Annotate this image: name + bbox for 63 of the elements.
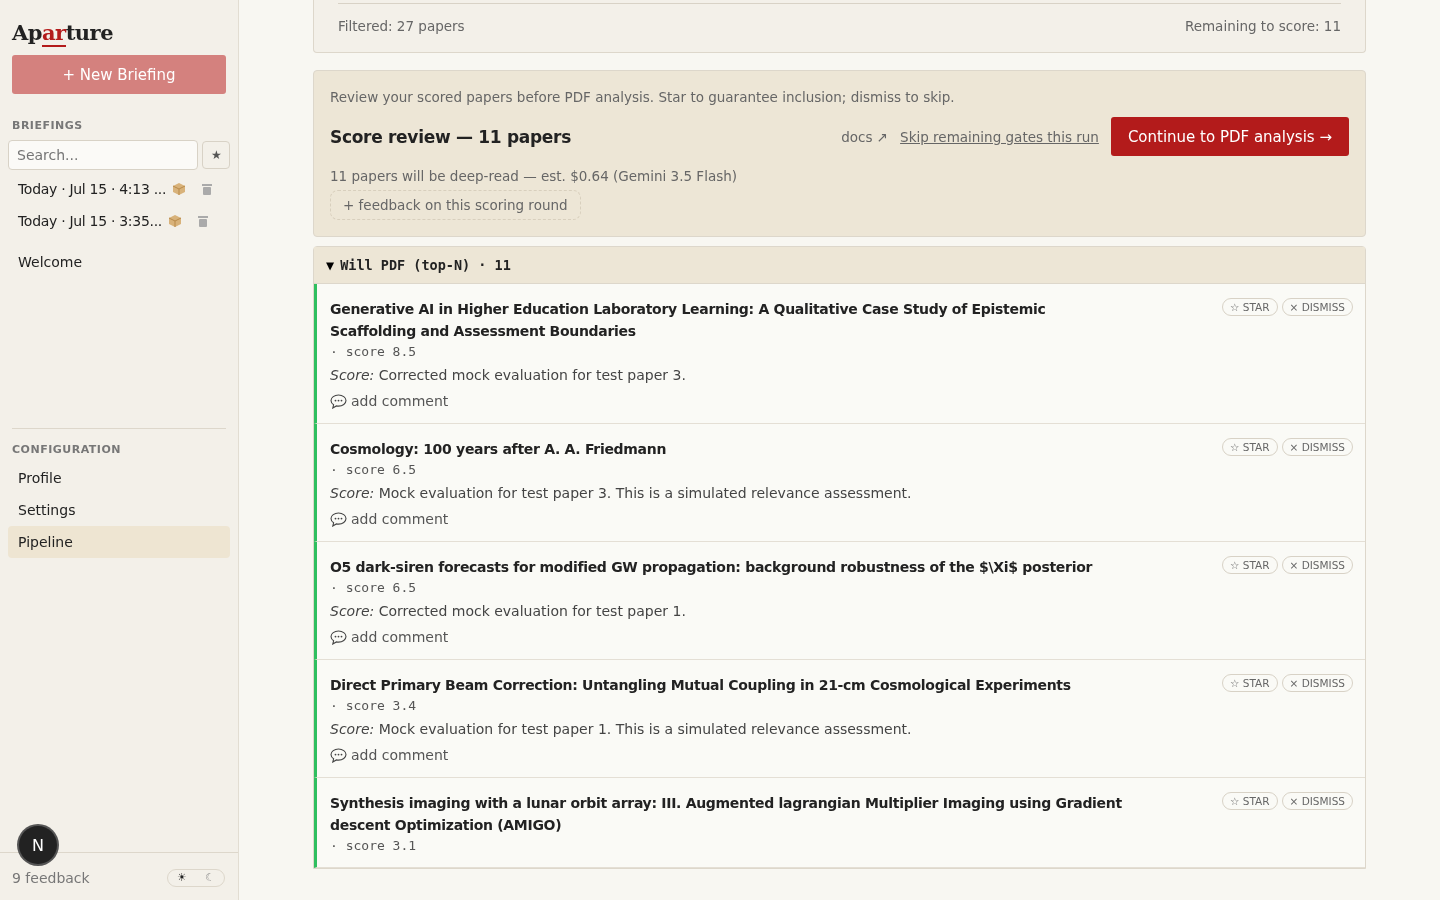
filtered-count: Filtered: 27 papers bbox=[338, 18, 465, 34]
dismiss-button[interactable]: × DISMISS bbox=[1281, 556, 1353, 574]
starred-filter-button[interactable]: ★ bbox=[202, 141, 230, 169]
nav-item[interactable]: Settings bbox=[8, 494, 230, 526]
speech-bubble-icon bbox=[330, 747, 347, 763]
continue-button[interactable]: Continue to PDF analysis → bbox=[1110, 117, 1349, 156]
score-reason: Score: Corrected mock evaluation for test paper 3. bbox=[330, 367, 686, 383]
paper-title[interactable]: Cosmology: 100 years after A. A. Friedmann bbox=[330, 438, 667, 460]
star-button[interactable]: ☆ STAR bbox=[1222, 438, 1278, 456]
docs-link[interactable]: docs ↗ bbox=[841, 128, 889, 145]
add-comment-button[interactable]: add comment bbox=[330, 511, 449, 527]
package-icon bbox=[167, 214, 182, 228]
search-field[interactable]: Search... bbox=[8, 140, 198, 170]
paper-title[interactable]: Synthesis imaging with a lunar orbit array: III. Augmented lagrangian Multiplier Imaging using Gradient descent Optimization (AMIGO) bbox=[330, 792, 1130, 836]
add-comment-button[interactable]: add comment bbox=[330, 747, 449, 763]
nav-item[interactable]: Profile bbox=[8, 462, 230, 494]
section-heading: CONFIGURATION bbox=[12, 443, 122, 456]
nav-item[interactable]: Welcome bbox=[8, 246, 230, 278]
avatar-badge[interactable]: N bbox=[19, 826, 57, 864]
dismiss-button[interactable]: × DISMISS bbox=[1281, 792, 1353, 810]
expand-toggle[interactable]: ▼ bbox=[326, 257, 335, 273]
theme-option[interactable]: ☀ bbox=[177, 871, 187, 884]
group-title: Will PDF (top-N) · 11 bbox=[340, 257, 511, 273]
paper-score: · score 6.5 bbox=[330, 462, 417, 477]
package-icon bbox=[172, 182, 187, 196]
speech-bubble-icon bbox=[330, 393, 347, 409]
feedback-button[interactable]: + feedback on this scoring round bbox=[330, 190, 581, 220]
paper-title[interactable]: O5 dark-siren forecasts for modified GW propagation: background robustness of the $\Xi$ posterior bbox=[330, 556, 1093, 578]
briefing-item[interactable]: Today · Jul 15 · 4:13 ... bbox=[8, 176, 230, 202]
skip-link[interactable]: Skip remaining gates this run bbox=[900, 128, 1099, 145]
paper-score: · score 3.4 bbox=[330, 698, 417, 713]
dismiss-button[interactable]: × DISMISS bbox=[1281, 298, 1353, 316]
review-hint: Review your scored papers before PDF analysis. Star to guarantee inclusion; dismiss to skip. bbox=[330, 89, 956, 105]
paper-score: · score 8.5 bbox=[330, 344, 417, 359]
dismiss-button[interactable]: × DISMISS bbox=[1281, 674, 1353, 692]
star-button[interactable]: ☆ STAR bbox=[1222, 556, 1278, 574]
feedback-count[interactable]: 9 feedback bbox=[12, 869, 90, 886]
estimate-text: 11 papers will be deep-read — est. $0.64 (Gemini 3.5 Flash) bbox=[330, 168, 738, 184]
speech-bubble-icon bbox=[330, 629, 347, 645]
remaining-count: Remaining to score: 11 bbox=[1184, 18, 1341, 34]
briefing-item[interactable]: Today · Jul 15 · 3:35... bbox=[8, 208, 230, 234]
dismiss-button[interactable]: × DISMISS bbox=[1281, 438, 1353, 456]
app-logo[interactable]: Aparture bbox=[12, 20, 114, 45]
section-heading: BRIEFINGS bbox=[12, 119, 84, 132]
trash-icon[interactable] bbox=[202, 183, 213, 195]
star-button[interactable]: ☆ STAR bbox=[1222, 792, 1278, 810]
speech-bubble-icon bbox=[330, 511, 347, 527]
review-title: Score review — 11 papers bbox=[330, 126, 572, 147]
add-comment-button[interactable]: add comment bbox=[330, 393, 449, 409]
add-comment-button[interactable]: add comment bbox=[330, 629, 449, 645]
score-reason: Score: Mock evaluation for test paper 3. This is a simulated relevance assessment. bbox=[330, 485, 912, 501]
paper-title[interactable]: Generative AI in Higher Education Laboratory Learning: A Qualitative Case Study of Epistemic Scaffolding and Assessment Boundaries bbox=[330, 298, 1130, 342]
briefing-label: Today · Jul 15 · 3:35... bbox=[18, 213, 162, 229]
briefing-label: Today · Jul 15 · 4:13 ... bbox=[18, 181, 167, 197]
paper-title[interactable]: Direct Primary Beam Correction: Untangling Mutual Coupling in 21-cm Cosmological Experiments bbox=[330, 674, 1071, 696]
nav-item[interactable]: Pipeline bbox=[8, 526, 230, 558]
score-reason: Score: Corrected mock evaluation for test paper 1. bbox=[330, 603, 686, 619]
paper-score: · score 3.1 bbox=[330, 838, 417, 853]
star-button[interactable]: ☆ STAR bbox=[1222, 298, 1278, 316]
trash-icon[interactable] bbox=[197, 215, 208, 227]
star-button[interactable]: ☆ STAR bbox=[1222, 674, 1278, 692]
score-reason: Score: Mock evaluation for test paper 1. This is a simulated relevance assessment. bbox=[330, 721, 912, 737]
paper-score: · score 6.5 bbox=[330, 580, 417, 595]
